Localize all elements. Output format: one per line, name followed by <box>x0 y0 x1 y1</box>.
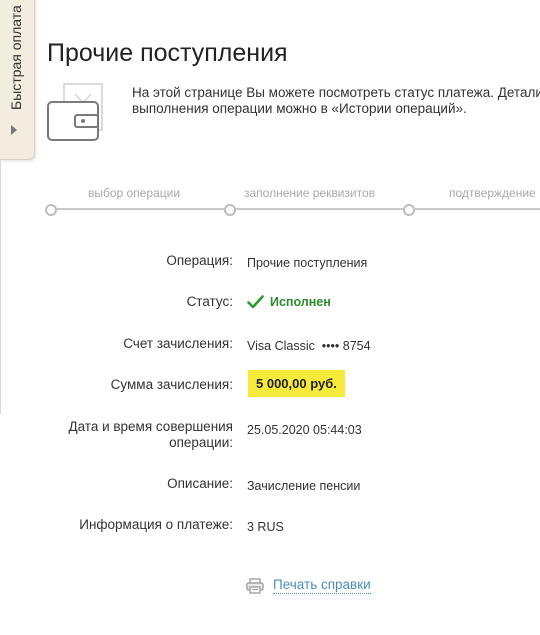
wallet-icon <box>45 82 115 148</box>
quick-payment-tab[interactable]: Быстрая оплата <box>0 0 35 160</box>
datetime-label-line-1: Дата и время совершения <box>68 419 233 434</box>
datetime-label-line-2: операции: <box>169 435 233 450</box>
quick-payment-tab-label: Быстрая оплата <box>8 5 24 110</box>
step-label-select: выбор операции <box>88 186 181 200</box>
payment-info-value: 3 RUS <box>247 520 284 534</box>
steps-track <box>49 208 540 210</box>
arrow-right-icon <box>11 125 17 135</box>
status-text: Исполнен <box>270 295 331 309</box>
description-value: Зачисление пенсии <box>247 479 361 493</box>
operation-value: Прочие поступления <box>247 256 368 270</box>
datetime-value: 25.05.2020 05:44:03 <box>247 423 362 437</box>
step-dot <box>403 204 415 216</box>
payment-info-label: Информация о платеже: <box>79 517 233 532</box>
progress-steps: выбор операции заполнение реквизитов под… <box>0 186 540 222</box>
check-icon <box>247 295 264 309</box>
amount-label: Сумма зачисления: <box>110 377 233 392</box>
step-label-fill: заполнение реквизитов <box>244 186 376 200</box>
datetime-label: Дата и время совершения операции: <box>23 419 233 451</box>
printer-icon <box>246 577 264 594</box>
intro-text: На этой странице Вы можете посмотреть ст… <box>132 85 540 117</box>
step-label-confirm: подтверждение <box>449 186 536 200</box>
status-label: Статус: <box>186 294 233 309</box>
print-receipt-link[interactable]: Печать справки <box>246 577 371 594</box>
account-label: Счет зачисления: <box>123 336 233 351</box>
status-value: Исполнен <box>247 294 331 310</box>
description-label: Описание: <box>167 476 233 491</box>
step-dot <box>45 204 57 216</box>
intro-line-1: На этой странице Вы можете посмотреть ст… <box>132 85 540 100</box>
account-value: Visa Classic •••• 8754 <box>247 339 371 353</box>
amount-value: 5 000,00 руб. <box>248 370 345 397</box>
step-dot <box>224 204 236 216</box>
page-title: Прочие поступления <box>47 38 288 67</box>
intro-line-2: выполнения операции можно в «Истории опе… <box>132 101 467 116</box>
print-receipt-label: Печать справки <box>273 577 371 594</box>
operation-label: Операция: <box>166 253 233 268</box>
